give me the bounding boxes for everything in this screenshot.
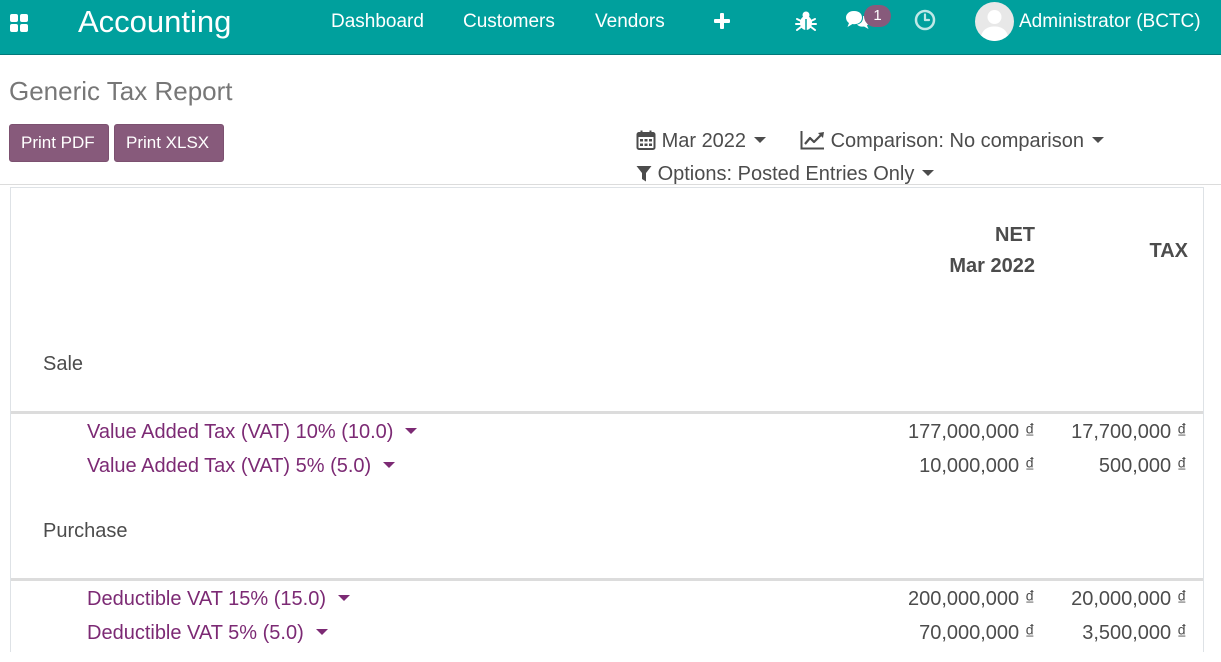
report-line-vat-5[interactable]: Value Added Tax (VAT) 5% (5.0) <box>87 454 396 478</box>
section-sale: Sale <box>43 353 84 375</box>
nav-vendors[interactable]: Vendors <box>595 10 665 34</box>
comparison-filter-label: Comparison: No comparison <box>830 130 1084 152</box>
top-navbar: Accounting Dashboard Customers Vendors 1… <box>0 0 1221 55</box>
date-filter-dropdown[interactable]: Mar 2022 <box>636 129 767 153</box>
report-line-label: Value Added Tax (VAT) 10% (10.0) <box>87 421 394 443</box>
report-line-deductible-vat-5[interactable]: Deductible VAT 5% (5.0) <box>87 621 328 645</box>
user-silhouette-icon <box>980 10 1009 41</box>
filter-icon <box>636 166 652 182</box>
tax-amount[interactable]: 17,700,000 ₫ <box>1071 420 1187 444</box>
net-column-period: Mar 2022 <box>949 255 1035 277</box>
line-chart-icon <box>800 131 824 150</box>
section-divider <box>11 578 1203 581</box>
net-amount[interactable]: 200,000,000 ₫ <box>908 587 1035 611</box>
report-line-label: Deductible VAT 5% (5.0) <box>87 622 304 644</box>
clock-icon[interactable] <box>913 8 937 32</box>
report-line-label: Value Added Tax (VAT) 5% (5.0) <box>87 455 372 477</box>
report-line-deductible-vat-15[interactable]: Deductible VAT 15% (15.0) <box>87 587 351 611</box>
report-line-vat-10[interactable]: Value Added Tax (VAT) 10% (10.0) <box>87 420 418 444</box>
section-divider <box>11 411 1203 414</box>
message-count-badge[interactable]: 1 <box>864 5 891 27</box>
chevron-down-icon <box>1092 137 1104 143</box>
date-filter-label: Mar 2022 <box>661 130 747 152</box>
chevron-down-icon <box>754 137 767 143</box>
app-name[interactable]: Accounting <box>78 3 231 41</box>
tax-column-header: TAX <box>1149 240 1188 262</box>
section-purchase: Purchase <box>43 520 128 542</box>
net-amount[interactable]: 70,000,000 ₫ <box>919 621 1035 645</box>
net-column-header: NET Mar 2022 <box>949 220 1035 282</box>
tax-amount[interactable]: 500,000 ₫ <box>1099 454 1187 478</box>
caret-down-icon <box>315 629 328 635</box>
plus-icon[interactable] <box>711 9 733 33</box>
net-amount[interactable]: 177,000,000 ₫ <box>908 420 1035 444</box>
options-filter-label: Options: Posted Entries Only <box>657 163 915 185</box>
tax-amount[interactable]: 3,500,000 ₫ <box>1082 621 1187 645</box>
tax-amount[interactable]: 20,000,000 ₫ <box>1071 587 1187 611</box>
page-title: Generic Tax Report <box>9 76 233 106</box>
caret-down-icon <box>338 595 351 601</box>
control-panel-divider <box>0 184 1221 185</box>
caret-down-icon <box>405 428 418 434</box>
caret-down-icon <box>383 462 396 468</box>
net-column-title: NET <box>995 224 1035 246</box>
chevron-down-icon <box>922 170 935 176</box>
avatar[interactable] <box>975 2 1014 41</box>
report-line-label: Deductible VAT 15% (15.0) <box>87 588 327 610</box>
nav-customers[interactable]: Customers <box>463 10 555 34</box>
calendar-icon <box>636 130 656 150</box>
net-amount[interactable]: 10,000,000 ₫ <box>919 454 1035 478</box>
nav-dashboard[interactable]: Dashboard <box>331 10 424 34</box>
bug-icon[interactable] <box>795 9 817 33</box>
apps-menu-icon[interactable] <box>9 11 31 33</box>
comparison-filter-dropdown[interactable]: Comparison: No comparison <box>800 129 1104 153</box>
options-filter-dropdown[interactable]: Options: Posted Entries Only <box>636 162 935 186</box>
user-menu[interactable]: Administrator (BCTC) <box>1019 10 1201 34</box>
print-pdf-button[interactable]: Print PDF <box>9 124 109 162</box>
print-xlsx-button[interactable]: Print XLSX <box>114 124 224 162</box>
tax-report-table: NET Mar 2022 TAX Sale Value Added Tax (V… <box>10 187 1204 652</box>
